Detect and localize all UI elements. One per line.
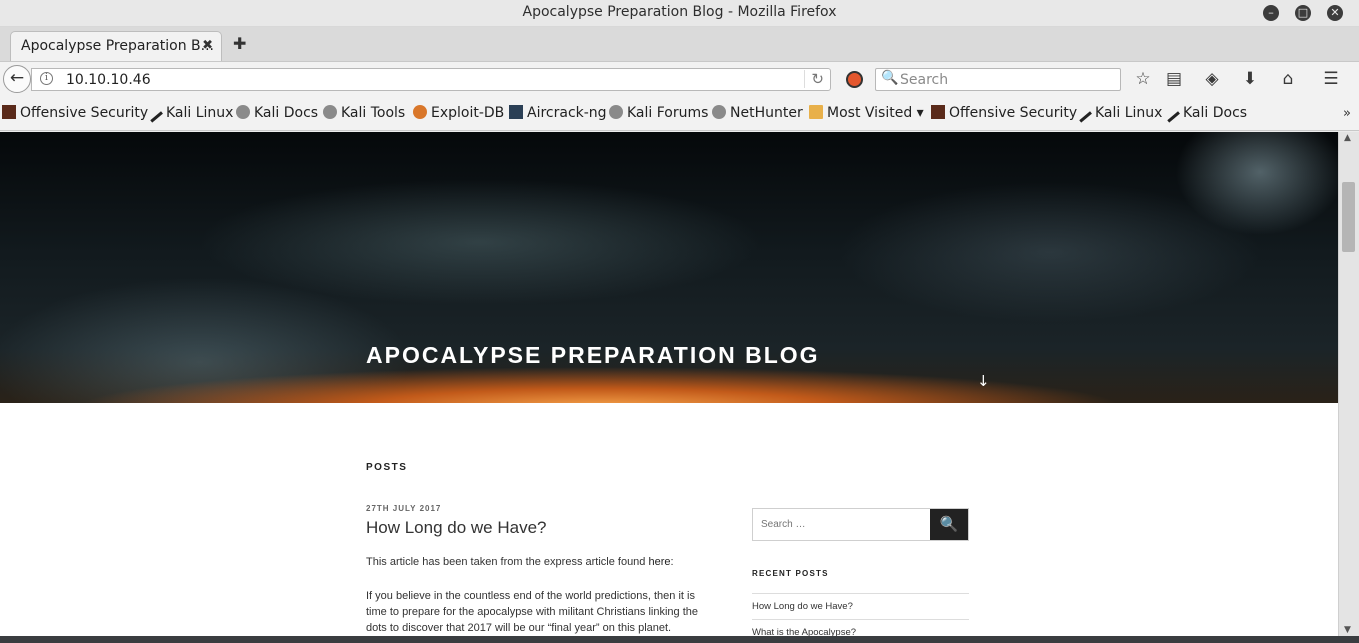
folder-icon — [809, 105, 823, 119]
tab-apocalypse-blog[interactable]: Apocalypse Preparation B... ✖ — [10, 31, 222, 61]
bookmark-label: Kali Docs — [254, 105, 319, 121]
aircrack-icon — [509, 105, 523, 119]
kali-icon — [1076, 107, 1092, 123]
bookmark-label: Aircrack-ng — [527, 105, 607, 121]
recent-post-item[interactable]: What is the Apocalypse? — [752, 619, 969, 636]
bookmark-label: Kali Tools — [341, 105, 406, 121]
exploitdb-icon — [413, 105, 427, 119]
scroll-down-icon[interactable]: ↓ — [977, 372, 990, 390]
bookmark-label: Most Visited ▾ — [827, 105, 924, 121]
desktop-bottom-edge — [0, 636, 1359, 643]
bookmark-label: Offensive Security — [949, 105, 1078, 121]
post-text: This article has been taken from the exp… — [366, 556, 649, 568]
downloads-icon[interactable]: ⬇ — [1239, 69, 1261, 89]
post-paragraph-1: This article has been taken from the exp… — [366, 556, 674, 568]
navigation-bar: ← i 10.10.10.46 ↻ 🔍 Search ☆ ▤ ◈ ⬇ ⌂ ☰ — [0, 61, 1359, 97]
page-content: APOCALYPSE PREPARATION BLOG ↓ POSTS 27TH… — [0, 132, 1338, 636]
sidebar-search: 🔍 — [752, 508, 969, 541]
kali-icon — [147, 107, 163, 123]
vertical-scrollbar[interactable]: ▲ ▼ — [1338, 132, 1359, 636]
sidebar-search-input[interactable] — [753, 509, 931, 540]
tab-strip: Apocalypse Preparation B... ✖ — [0, 27, 1359, 61]
bookmark-nethunter[interactable]: NetHunter — [712, 105, 803, 121]
bookmark-label: Kali Linux — [1095, 105, 1163, 121]
bookmark-label: Kali Forums — [627, 105, 709, 121]
bookmark-most-visited[interactable]: Most Visited ▾ — [809, 105, 924, 121]
menu-icon[interactable]: ☰ — [1320, 69, 1342, 89]
tab-close-icon[interactable]: ✖ — [202, 38, 213, 53]
bookmark-kali-tools[interactable]: Kali Tools — [323, 105, 405, 121]
bookmark-label: Kali Docs — [1183, 105, 1248, 121]
tab-label: Apocalypse Preparation B... — [21, 38, 215, 54]
posts-heading: POSTS — [366, 462, 408, 473]
bookmark-offensive-security[interactable]: Offensive Security — [2, 105, 148, 121]
bookmarks-bar: Offensive Security Kali Linux Kali Docs … — [0, 97, 1359, 131]
post-title[interactable]: How Long do we Have? — [366, 518, 547, 538]
pocket-icon[interactable]: ◈ — [1201, 69, 1223, 89]
post-paragraph-2: If you believe in the countless end of t… — [366, 590, 698, 634]
search-icon: 🔍 — [881, 70, 899, 86]
close-window-button[interactable]: ✕ — [1327, 5, 1343, 21]
scrollbar-thumb[interactable] — [1342, 182, 1355, 252]
offsec-icon — [931, 105, 945, 119]
bookmark-aircrack-ng[interactable]: Aircrack-ng — [509, 105, 607, 121]
bookmark-kali-docs[interactable]: Kali Docs — [236, 105, 318, 121]
sidebar-search-button[interactable]: 🔍 — [930, 509, 968, 540]
window-title: Apocalypse Preparation Blog - Mozilla Fi… — [522, 4, 837, 20]
addon-icon[interactable] — [846, 71, 863, 88]
minimize-button[interactable]: – — [1263, 5, 1279, 21]
bookmark-label: Offensive Security — [20, 105, 149, 121]
globe-icon — [609, 105, 623, 119]
title-bar: Apocalypse Preparation Blog - Mozilla Fi… — [0, 0, 1359, 27]
globe-icon — [236, 105, 250, 119]
bookmark-kali-forums[interactable]: Kali Forums — [609, 105, 708, 121]
globe-icon — [712, 105, 726, 119]
offsec-icon — [2, 105, 16, 119]
reading-list-icon[interactable]: ▤ — [1163, 69, 1185, 89]
search-placeholder[interactable]: Search — [900, 72, 948, 88]
bookmark-kali-docs-2[interactable]: Kali Docs — [1164, 105, 1248, 123]
scroll-up-icon[interactable]: ▲ — [1344, 133, 1351, 143]
bookmark-label: Kali Linux — [166, 105, 234, 121]
home-icon[interactable]: ⌂ — [1277, 69, 1299, 89]
search-bar[interactable]: 🔍 Search — [875, 68, 1121, 91]
new-tab-button[interactable]: ✚ — [233, 34, 246, 53]
bookmark-star-icon[interactable]: ☆ — [1132, 69, 1154, 89]
maximize-button[interactable]: □ — [1295, 5, 1311, 21]
bookmark-offensive-security-2[interactable]: Offensive Security — [931, 105, 1077, 121]
recent-posts-heading: RECENT POSTS — [752, 569, 829, 578]
post-text-end: : — [670, 556, 674, 568]
kali-icon — [1164, 107, 1180, 123]
scroll-down-arrow-icon[interactable]: ▼ — [1344, 625, 1351, 635]
bookmark-exploit-db[interactable]: Exploit-DB — [413, 105, 504, 121]
back-button[interactable]: ← — [3, 65, 31, 93]
site-info-icon[interactable]: i — [40, 72, 53, 85]
header-image: APOCALYPSE PREPARATION BLOG ↓ — [0, 132, 1338, 403]
recent-post-item[interactable]: How Long do we Have? — [752, 593, 969, 619]
post-date[interactable]: 27TH JULY 2017 — [366, 504, 441, 513]
browser-window: Apocalypse Preparation Blog - Mozilla Fi… — [0, 0, 1359, 643]
globe-icon — [323, 105, 337, 119]
bookmark-label: NetHunter — [730, 105, 803, 121]
recent-posts-list: How Long do we Have? What is the Apocaly… — [752, 593, 969, 636]
bookmarks-overflow-icon[interactable]: » — [1343, 106, 1351, 121]
url-bar[interactable]: i 10.10.10.46 ↻ — [31, 68, 831, 91]
bookmark-kali-linux-2[interactable]: Kali Linux — [1076, 105, 1163, 123]
reload-icon[interactable]: ↻ — [804, 70, 824, 88]
post-link-here[interactable]: here — [648, 556, 670, 568]
blog-title[interactable]: APOCALYPSE PREPARATION BLOG — [366, 342, 820, 369]
url-text[interactable]: 10.10.10.46 — [66, 72, 151, 88]
bookmark-label: Exploit-DB — [431, 105, 505, 121]
bookmark-kali-linux[interactable]: Kali Linux — [147, 105, 234, 123]
